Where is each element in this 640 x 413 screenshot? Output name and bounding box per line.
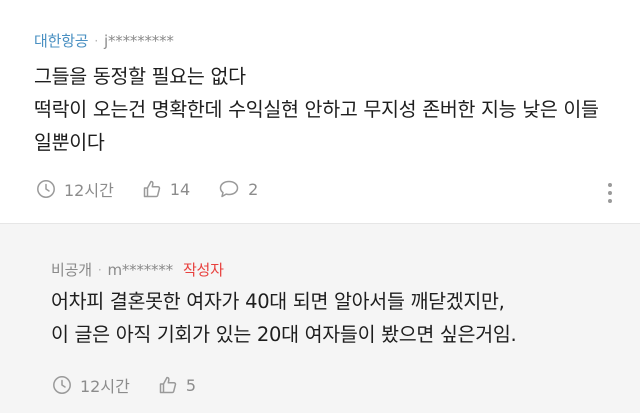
comment-meta: 비공개 · m******* 작성자	[51, 259, 224, 280]
like-button[interactable]: 14	[142, 179, 190, 199]
comment-actions: 12시간 14 2	[36, 177, 286, 201]
reply-button[interactable]: 2	[218, 179, 258, 199]
comment-meta: 대한항공 · j*********	[34, 30, 174, 51]
like-count: 14	[169, 179, 191, 199]
reply-count: 2	[248, 179, 259, 199]
comment-text: 어차피 결혼못한 여자가 40대 되면 알아서들 깨닫겠지만, 이 글은 아직 …	[51, 290, 517, 346]
thumbs-up-icon	[143, 180, 161, 198]
author-id: j*********	[104, 31, 174, 50]
comment-item: 대한항공 · j********* 그들을 동정할 필요는 없다 떡락이 오는건…	[0, 0, 640, 224]
meta-separator: ·	[94, 33, 99, 48]
writer-badge: 작성자	[182, 261, 224, 279]
more-vertical-icon[interactable]	[608, 183, 612, 203]
meta-separator: ·	[97, 262, 102, 277]
author-name: 비공개	[51, 261, 92, 279]
comment-text: 그들을 동정할 필요는 없다 떡락이 오는건 명확한데 수익실현 안하고 무지성…	[34, 65, 599, 154]
speech-bubble-icon	[219, 180, 239, 198]
like-button[interactable]: 5	[158, 375, 196, 395]
author-name[interactable]: 대한항공	[34, 30, 89, 51]
timestamp-label: 12시간	[64, 181, 114, 200]
timestamp: 12시간	[36, 177, 114, 201]
timestamp-label: 12시간	[80, 377, 130, 396]
author-id: m*******	[107, 260, 173, 279]
thumbs-up-icon	[159, 376, 177, 394]
comment-actions: 12시간 5	[52, 373, 224, 397]
clock-icon	[37, 180, 55, 198]
like-count: 5	[185, 375, 196, 395]
timestamp: 12시간	[52, 373, 130, 397]
clock-icon	[53, 376, 71, 394]
